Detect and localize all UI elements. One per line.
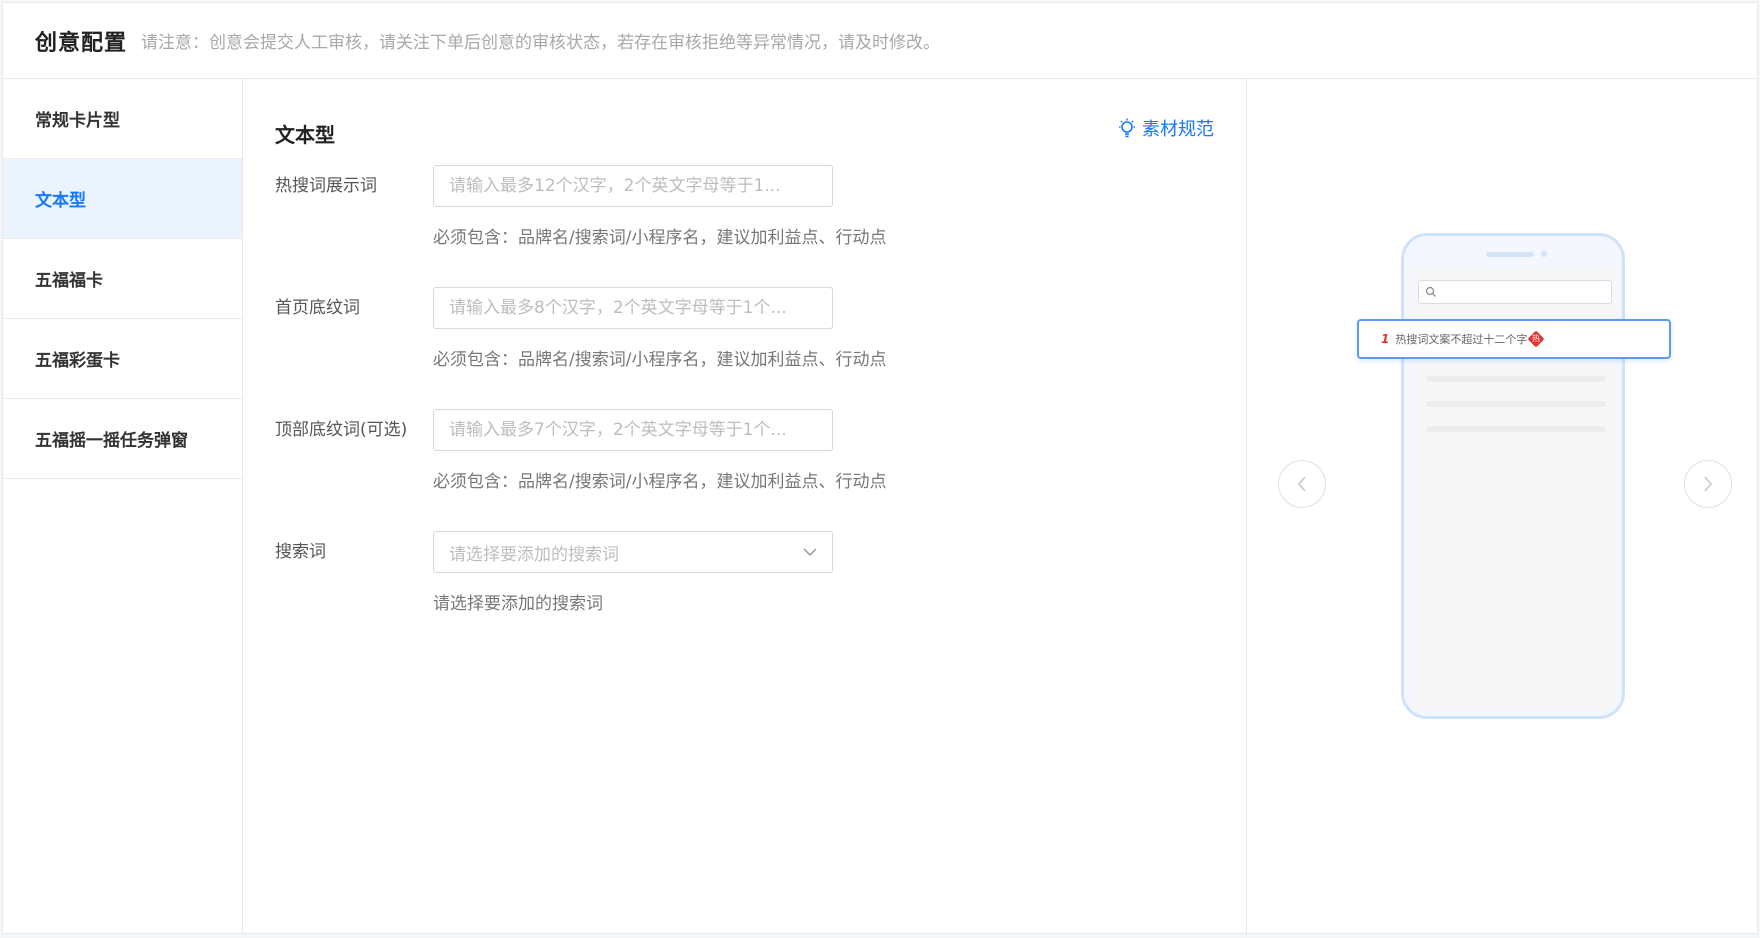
sidebar-item-label: 五福摇一摇任务弹窗 [35,431,188,451]
sidebar-item-text[interactable]: 文本型 [3,159,242,239]
form-area: 文本型 素材规范 热搜词展示词 必须包含：品牌名/搜索词/小程序名，建议加利益点… [243,79,1247,933]
review-notice: 请注意：创意会提交人工审核，请关注下单后创意的审核状态，若存在审核拒绝等异常情况… [141,33,941,53]
lightbulb-icon [1119,118,1135,138]
placeholder-line [1426,376,1606,382]
home-shading-input[interactable] [433,287,833,329]
sidebar-item-regular-card[interactable]: 常规卡片型 [3,79,242,159]
home-shading-hint: 必须包含：品牌名/搜索词/小程序名，建议加利益点、行动点 [433,350,887,370]
top-shading-input[interactable] [433,409,833,451]
top-shading-hint: 必须包含：品牌名/搜索词/小程序名，建议加利益点、行动点 [433,472,887,492]
preview-panel: 1 热搜词文案不超过十二个字 热 [1247,79,1757,933]
hot-search-preview-text: 热搜词文案不超过十二个字 [1395,333,1528,346]
chevron-right-icon [1704,476,1713,492]
phone-mockup [1401,233,1625,719]
material-guide-label: 素材规范 [1142,119,1214,140]
search-word-placeholder: 请选择要添加的搜索词 [449,544,619,565]
sidebar-item-fortune-card[interactable]: 五福福卡 [3,239,242,319]
search-word-select[interactable]: 请选择要添加的搜索词 [433,531,833,573]
placeholder-line [1426,426,1606,432]
search-word-label: 搜索词 [275,542,326,562]
page-title: 创意配置 [35,30,128,56]
material-guide-link[interactable]: 素材规范 [1118,115,1214,141]
sidebar-item-label: 常规卡片型 [35,111,120,131]
sidebar-item-fortune-easter-egg[interactable]: 五福彩蛋卡 [3,319,242,399]
hot-search-input[interactable] [433,165,833,207]
sidebar-item-label: 文本型 [35,191,86,211]
creative-type-sidebar: 常规卡片型 文本型 五福福卡 五福彩蛋卡 五福摇一摇任务弹窗 [3,79,243,933]
hot-rank: 1 [1381,332,1390,346]
home-shading-label: 首页底纹词 [275,298,360,318]
phone-search-bar [1418,280,1612,304]
chevron-left-icon [1297,476,1306,492]
sidebar-item-label: 五福福卡 [35,271,103,291]
phone-camera [1541,251,1547,257]
section-title: 文本型 [275,123,335,147]
hot-badge-icon: 热 [1527,330,1545,348]
hot-badge-label: 热 [1532,334,1541,343]
chevron-down-icon [803,547,817,556]
hot-search-preview-card: 1 热搜词文案不超过十二个字 热 [1357,319,1671,359]
placeholder-line [1426,401,1606,407]
search-word-hint: 请选择要添加的搜索词 [433,594,603,614]
search-icon [1425,286,1436,297]
hot-search-label: 热搜词展示词 [275,176,377,196]
creative-config-panel: 创意配置 请注意：创意会提交人工审核，请关注下单后创意的审核状态，若存在审核拒绝… [2,2,1758,934]
sidebar-item-label: 五福彩蛋卡 [35,351,120,371]
hot-search-hint: 必须包含：品牌名/搜索词/小程序名，建议加利益点、行动点 [433,228,887,248]
phone-speaker [1486,252,1534,257]
preview-next-button[interactable] [1684,460,1732,508]
top-shading-label: 顶部底纹词(可选) [275,420,408,440]
preview-prev-button[interactable] [1278,460,1326,508]
page-header: 创意配置 请注意：创意会提交人工审核，请关注下单后创意的审核状态，若存在审核拒绝… [3,3,1757,79]
sidebar-item-shake-popup[interactable]: 五福摇一摇任务弹窗 [3,399,242,479]
